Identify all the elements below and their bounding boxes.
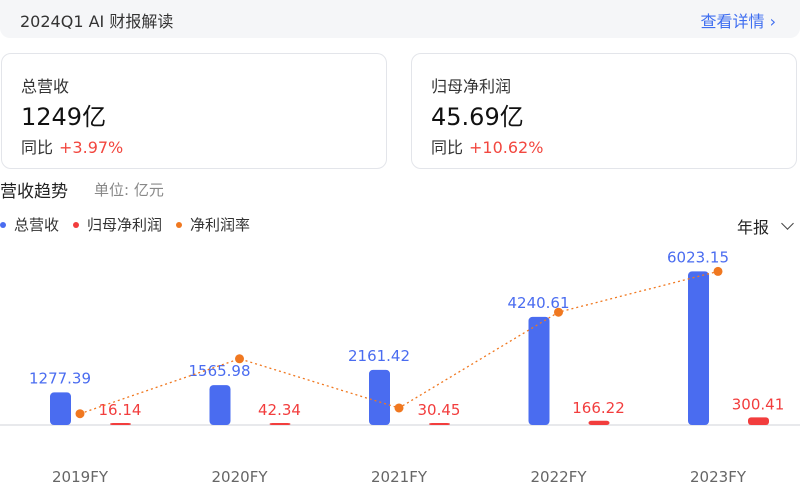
revenue-data-label: 6023.15 (667, 248, 729, 266)
revenue-bar (688, 271, 709, 425)
revenue-data-label: 1277.39 (29, 369, 91, 387)
revenue-bar (528, 316, 550, 425)
profit-data-label: 30.45 (418, 401, 461, 419)
profit-bar (748, 417, 769, 425)
margin-point (713, 266, 723, 276)
margin-point (75, 409, 85, 419)
profit-data-label: 300.41 (732, 395, 785, 413)
x-tick-label: 2020FY (212, 468, 269, 486)
revenue-bar (50, 392, 71, 425)
revenue-chart: 1277.39 16.14 2019FY 1565.98 42.34 2020FY 2161… (0, 248, 800, 486)
profit-data-label: 166.22 (572, 399, 625, 417)
profit-data-label: 42.34 (258, 401, 301, 419)
margin-point (554, 307, 563, 317)
x-tick-label: 2019FY (52, 468, 109, 486)
profit-data-label: 16.14 (99, 401, 142, 419)
profit-bar (588, 420, 610, 425)
profit-bar (429, 423, 450, 425)
margin-point (235, 354, 244, 364)
margin-point (394, 403, 404, 413)
x-tick-label: 2023FY (690, 468, 747, 486)
x-tick-label: 2021FY (371, 468, 428, 486)
margin-series-line (79, 270, 719, 415)
profit-bar (110, 423, 131, 425)
revenue-bar (209, 385, 231, 425)
profit-bar (269, 423, 291, 425)
x-tick-label: 2022FY (531, 468, 588, 486)
revenue-bar (369, 369, 390, 425)
revenue-data-label: 1565.98 (188, 362, 250, 380)
revenue-data-label: 2161.42 (348, 347, 410, 365)
